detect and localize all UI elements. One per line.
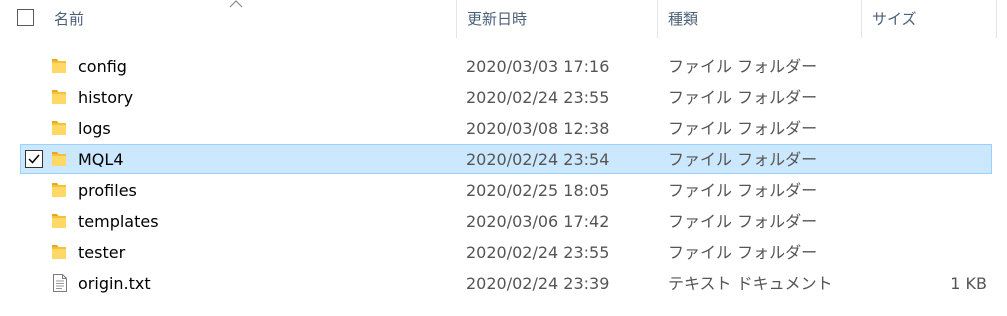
column-header-size[interactable]: サイズ xyxy=(862,0,997,38)
file-type: ファイル フォルダー xyxy=(668,212,818,231)
modified-date: 2020/02/24 23:39 xyxy=(466,274,610,293)
file-size: 1 KB xyxy=(950,274,987,293)
folder-icon xyxy=(50,118,70,138)
file-row[interactable]: config 2020/03/03 17:16 ファイル フォルダー xyxy=(0,51,1007,82)
file-name: templates xyxy=(78,212,159,231)
file-row[interactable]: tester 2020/02/24 23:55 ファイル フォルダー xyxy=(0,237,1007,268)
file-type: ファイル フォルダー xyxy=(668,57,818,76)
file-name: config xyxy=(78,57,127,76)
file-row[interactable]: history 2020/02/24 23:55 ファイル フォルダー xyxy=(0,82,1007,113)
folder-icon xyxy=(50,180,70,200)
column-header-date[interactable]: 更新日時 xyxy=(457,0,658,38)
modified-date: 2020/02/25 18:05 xyxy=(466,181,610,200)
folder-icon xyxy=(50,56,70,76)
folder-icon xyxy=(50,149,70,169)
checkmark-icon xyxy=(28,154,40,164)
file-name: origin.txt xyxy=(78,274,151,293)
folder-icon xyxy=(50,242,70,262)
file-name: tester xyxy=(78,243,126,262)
file-name: history xyxy=(78,88,134,107)
column-divider[interactable] xyxy=(996,0,997,38)
file-row[interactable]: logs 2020/03/08 12:38 ファイル フォルダー xyxy=(0,113,1007,144)
row-checkbox[interactable] xyxy=(25,150,43,168)
file-type: ファイル フォルダー xyxy=(668,150,818,169)
modified-date: 2020/03/03 17:16 xyxy=(466,57,610,76)
file-list-view: 名前 更新日時 種類 サイズ config 2020/03/03 17:16 ファイ… xyxy=(0,0,1007,316)
file-row[interactable]: MQL4 2020/02/24 23:54 ファイル フォルダー xyxy=(0,144,1007,175)
file-name: logs xyxy=(78,119,111,138)
file-name: MQL4 xyxy=(78,150,124,169)
modified-date: 2020/02/24 23:55 xyxy=(466,243,610,262)
column-header-name[interactable]: 名前 xyxy=(44,0,457,38)
folder-icon xyxy=(50,87,70,107)
file-type: テキスト ドキュメント xyxy=(668,274,833,293)
file-name: profiles xyxy=(78,181,137,200)
column-header-type[interactable]: 種類 xyxy=(658,0,862,38)
file-row[interactable]: origin.txt 2020/02/24 23:39 テキスト ドキュメント 1 K… xyxy=(0,268,1007,299)
folder-icon xyxy=(50,211,70,231)
file-type: ファイル フォルダー xyxy=(668,119,818,138)
modified-date: 2020/02/24 23:54 xyxy=(466,150,610,169)
modified-date: 2020/03/08 12:38 xyxy=(466,119,610,138)
file-type: ファイル フォルダー xyxy=(668,88,818,107)
column-header-bar: 名前 更新日時 種類 サイズ xyxy=(0,0,1007,38)
file-rows: config 2020/03/03 17:16 ファイル フォルダー history… xyxy=(0,51,1007,299)
file-row[interactable]: profiles 2020/02/25 18:05 ファイル フォルダー xyxy=(0,175,1007,206)
file-type: ファイル フォルダー xyxy=(668,243,818,262)
text-document-icon xyxy=(50,273,70,293)
modified-date: 2020/02/24 23:55 xyxy=(466,88,610,107)
file-type: ファイル フォルダー xyxy=(668,181,818,200)
file-row[interactable]: templates 2020/03/06 17:42 ファイル フォルダー xyxy=(0,206,1007,237)
select-all-checkbox[interactable] xyxy=(17,9,34,26)
modified-date: 2020/03/06 17:42 xyxy=(466,212,610,231)
